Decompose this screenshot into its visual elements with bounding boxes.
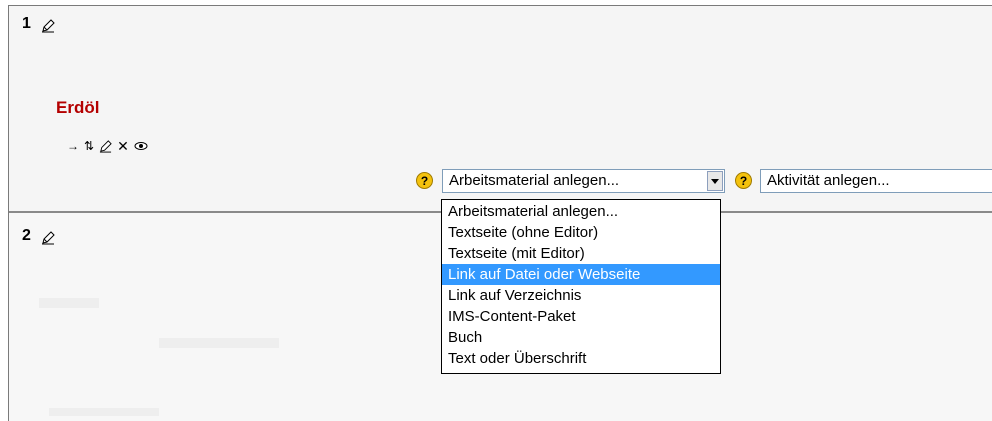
chevron-down-icon[interactable] — [707, 171, 723, 191]
resource-dropdown-list: Arbeitsmaterial anlegen... Textseite (oh… — [441, 199, 721, 374]
edit-summary-icon[interactable] — [41, 19, 55, 33]
edit-icon[interactable] — [99, 139, 112, 153]
move-right-icon[interactable]: → — [67, 139, 79, 153]
dropdown-option[interactable]: Buch — [442, 327, 720, 348]
activity-select[interactable]: Aktivität anlegen... — [760, 169, 992, 193]
section-number: 2 — [22, 227, 31, 244]
dropdown-option[interactable]: Arbeitsmaterial anlegen... — [442, 201, 720, 222]
section-number: 1 — [22, 15, 31, 32]
help-icon[interactable]: ? — [735, 172, 752, 189]
edit-summary-icon[interactable] — [41, 231, 55, 245]
delete-icon[interactable]: ✕ — [117, 139, 129, 153]
activity-select-value: Aktivität anlegen... — [767, 172, 890, 189]
section-title: Erdöl — [56, 98, 100, 117]
eye-icon[interactable] — [134, 141, 148, 151]
dropdown-option[interactable]: Textseite (ohne Editor) — [442, 222, 720, 243]
help-icon[interactable]: ? — [416, 172, 433, 189]
dropdown-option-highlighted[interactable]: Link auf Datei oder Webseite — [442, 264, 720, 285]
resource-select-value: Arbeitsmaterial anlegen... — [449, 172, 620, 189]
blurred-content — [159, 338, 279, 348]
resource-select[interactable]: Arbeitsmaterial anlegen... — [442, 169, 725, 193]
dropdown-option[interactable]: Link auf Verzeichnis — [442, 285, 720, 306]
blurred-content — [39, 298, 99, 308]
dropdown-option[interactable]: Textseite (mit Editor) — [442, 243, 720, 264]
move-vertical-icon[interactable]: ⇅ — [84, 139, 94, 153]
blurred-content — [49, 408, 159, 416]
dropdown-option[interactable]: IMS-Content-Paket — [442, 306, 720, 327]
dropdown-option[interactable]: Text oder Überschrift — [442, 348, 720, 369]
course-section-1: 1 Erdöl → ⇅ ✕ ? Arbeitsmaterial anlegen.… — [9, 6, 992, 211]
section-actions: → ⇅ ✕ — [67, 139, 148, 153]
